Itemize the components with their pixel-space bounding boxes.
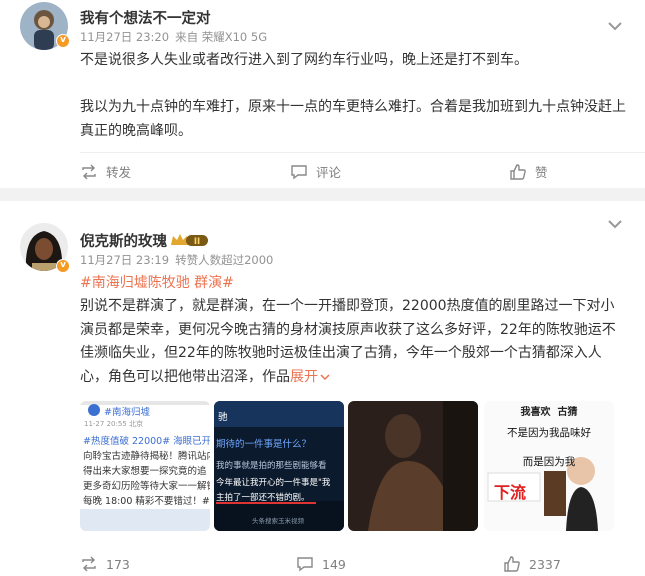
likes-note: 转赞人数超过2000 [175,253,274,267]
thumbs-up-icon [510,163,526,180]
post-image[interactable]: #南海归墟 11-27 20:55 北京 #热度值破 22000# 海眼已开异会… [80,401,210,531]
post-time[interactable]: 11月27日 23:20 [80,30,169,44]
expand-chevron-icon[interactable] [320,373,330,381]
repost-count: 173 [106,556,130,572]
image-text: 期待的一件事是什么？ [216,439,312,450]
post-card: v 倪克斯的玫瑰 II 11月27日 23:19 转赞人数超过2000 #南海归墟… [0,201,645,576]
username[interactable]: 倪克斯的玫瑰 [80,230,167,251]
image-text: 11-27 20:55 北京 [84,420,143,428]
like-label: 赞 [535,165,548,180]
divider [80,152,645,153]
image-text: 向聆宝古迹静待揭秘！腾讯站内 [83,451,210,462]
image-text: 不是因为我品味好 [507,427,591,439]
repost-label: 转发 [106,165,132,180]
post-video-image[interactable]: 驰 期待的一件事是什么？ 我的事就是拍的那些剧能够看 今年最让我开心的一件事是"… [214,401,344,531]
post-image[interactable]: 我喜欢 古猜 不是因为我品味好 而是因为我 下流 [484,401,614,531]
image-text: 下流 [494,483,527,502]
image-text: 每晚 18:00 精彩不要错过！#南海 [83,496,210,507]
image-text: 我喜欢 古猜 [520,407,578,418]
post-paragraph: 不是说很多人失业或者改行进入到了网约车行业吗，晚上还是打不到车。 [80,52,528,68]
image-text: 头条搜索玉米视频 [252,517,304,525]
post-image[interactable] [348,401,478,531]
image-text: 我的事就是拍的那些剧能够看 [216,461,327,471]
repost-button[interactable]: 173 [80,556,130,572]
verified-badge-icon: v [56,34,70,48]
comment-button[interactable]: 149 [296,556,346,572]
comment-button[interactable]: 评论 [290,162,341,181]
topic-hashtag[interactable]: #南海归墟陈牧驰 群演# [80,272,234,292]
comment-label: 评论 [316,165,342,180]
username[interactable]: 我有个想法不一定对 [80,7,211,28]
repost-icon [82,164,96,179]
image-text: #南海归墟 [104,407,150,418]
comment-count: 149 [322,556,346,572]
image-text: 驰 [218,412,228,423]
image-text: 得出来大家想要一探究竟的追 [83,466,207,477]
chevron-down-icon[interactable] [607,20,623,32]
repost-icon [82,556,96,572]
post-meta: 11月27日 23:20 来自 荣耀X10 5G [80,29,273,45]
post-source: 来自 荣耀X10 5G [175,30,268,44]
image-text: 今年最让我开心的一件事是"我 [216,478,331,488]
thumbs-up-icon [504,556,520,572]
post-paragraph: 我以为九十点钟的车难打，原来十一点的车更特么难打。合着是我加班到九十点钟没赶上真… [80,99,626,139]
crown-icon[interactable]: II [170,232,210,248]
expand-link[interactable]: 展开 [290,369,318,385]
post-text: 不是说很多人失业或者改行进入到了网约车行业吗，晚上还是打不到车。 我以为九十点钟… [80,49,628,143]
chevron-down-icon[interactable] [607,218,623,230]
like-button[interactable]: 赞 [509,162,548,181]
verified-badge-icon: v [56,259,70,273]
like-count: 2337 [529,556,561,572]
comment-icon [291,164,307,179]
post-time[interactable]: 11月27日 23:19 [80,253,169,267]
comment-icon [297,557,313,572]
like-button[interactable]: 2337 [503,556,561,572]
post-body: 别说不是群演了，就是群演，在一个一开播即登顶，22000热度值的剧里路过一下对小… [80,298,616,385]
repost-button[interactable]: 转发 [80,162,131,181]
post-meta: 11月27日 23:19 转赞人数超过2000 [80,252,279,268]
image-text: 而是因为我 [522,456,576,468]
image-text: #热度值破 22000# 海眼已开异会 [83,436,210,447]
image-text: 更多奇幻历险等待大家一一解锁 [83,481,210,492]
post-text: 别说不是群演了，就是群演，在一个一开播即登顶，22000热度值的剧里路过一下对小… [80,295,628,389]
level-badge: II [194,237,200,247]
post-card: v 我有个想法不一定对 11月27日 23:20 来自 荣耀X10 5G 不是说很… [0,0,645,188]
